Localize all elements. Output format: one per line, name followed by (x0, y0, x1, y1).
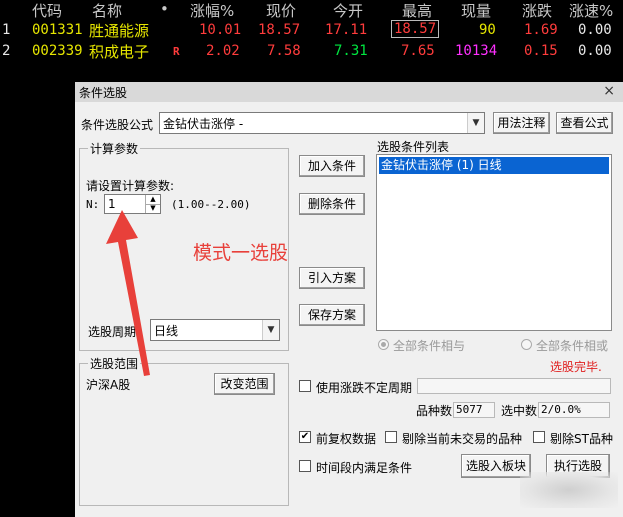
use-period-checkbox[interactable] (299, 380, 311, 392)
usage-notes-button[interactable]: 用法注释 (493, 112, 550, 134)
period-range-field[interactable] (417, 378, 611, 394)
selected-value: 2/0.0% (538, 402, 610, 418)
annotation-text: 模式一选股 (193, 242, 289, 264)
col-price[interactable]: 现价 (266, 0, 296, 21)
add-condition-button[interactable]: 加入条件 (299, 155, 365, 177)
pre-adjust-checkbox[interactable]: ✔ (299, 431, 311, 443)
red-arrow (106, 210, 150, 376)
price: 18.57 (258, 22, 301, 38)
view-formula-button[interactable]: 查看公式 (556, 112, 613, 134)
volume: 10134 (455, 43, 498, 59)
high: 7.65 (401, 43, 435, 59)
flag-badge: R (173, 45, 180, 58)
col-name[interactable]: 名称 (92, 0, 122, 21)
speed: 0.00 (578, 43, 612, 59)
open: 17.11 (325, 22, 368, 38)
radio-or-label: 全部条件相或 (536, 339, 609, 353)
selected-label: 选中数 (501, 404, 538, 418)
blur-overlay (520, 472, 618, 508)
col-change[interactable]: 涨跌 (522, 0, 552, 21)
conditions-list[interactable]: 金钻伏击涨停 (1) 日线 (376, 154, 612, 331)
title-bar[interactable]: 条件选股 × (75, 82, 623, 102)
col-code[interactable]: 代码 (32, 0, 62, 21)
use-period-label: 使用涨跌不定周期 (316, 381, 413, 395)
change-pct: 10.01 (199, 22, 242, 38)
dialog-title: 条件选股 (79, 86, 128, 100)
n-range: (1.00--2.00) (171, 198, 251, 211)
list-item[interactable]: 金钻伏击涨停 (1) 日线 (379, 157, 609, 174)
col-volume[interactable]: 现量 (461, 0, 491, 21)
formula-select[interactable]: 金钻伏击涨停 - ▼ (159, 112, 485, 134)
stock-code: 001331 (32, 22, 83, 38)
exclude-st-checkbox[interactable] (533, 431, 545, 443)
radio-and-label: 全部条件相与 (393, 339, 466, 353)
col-high[interactable]: 最高 (402, 0, 432, 21)
conditions-title: 选股条件列表 (377, 140, 450, 154)
time-range-label: 时间段内满足条件 (316, 461, 413, 475)
change-pct: 2.02 (206, 43, 240, 59)
radio-or[interactable] (521, 339, 532, 350)
calc-params-legend: 计算参数 (88, 140, 141, 157)
change: 1.69 (524, 22, 558, 38)
import-scheme-button[interactable]: 引入方案 (299, 267, 365, 289)
range-value: 沪深A股 (86, 378, 131, 392)
chevron-down-icon[interactable]: ▼ (467, 113, 484, 133)
stock-code: 002339 (32, 43, 83, 59)
row-index: 1 (2, 22, 11, 38)
time-range-checkbox[interactable] (299, 460, 311, 472)
count-value: 5077 (453, 402, 495, 418)
count-label: 品种数 (416, 404, 453, 418)
exclude-untraded-label: 剔除当前未交易的品种 (402, 432, 523, 446)
open: 7.31 (334, 43, 368, 59)
delete-condition-button[interactable]: 删除条件 (299, 193, 365, 215)
volume: 90 (479, 22, 496, 38)
radio-and[interactable] (378, 339, 389, 350)
change: 0.15 (524, 43, 558, 59)
stock-name: 胜通能源 (89, 22, 150, 40)
exclude-untraded-checkbox[interactable] (385, 431, 397, 443)
col-open[interactable]: 今开 (333, 0, 363, 21)
price: 7.58 (267, 43, 301, 59)
calc-params-prompt: 请设置计算参数: (86, 179, 175, 193)
exclude-st-label: 剔除ST品种 (550, 432, 613, 446)
formula-value: 金钻伏击涨停 - (163, 117, 244, 131)
period-select[interactable]: 日线 ▼ (150, 319, 280, 341)
formula-label: 条件选股公式 (81, 118, 154, 132)
chevron-down-icon[interactable]: ▼ (262, 320, 279, 340)
range-group: 选股范围 沪深A股 改变范围 (79, 355, 289, 506)
col-change-pct[interactable]: 涨幅% (190, 0, 234, 21)
high: 18.57 (391, 20, 440, 38)
row-index: 2 (2, 43, 11, 59)
save-scheme-button[interactable]: 保存方案 (299, 304, 365, 326)
speed: 0.00 (578, 22, 612, 38)
n-label: N: (86, 198, 100, 211)
col-speed[interactable]: 涨速% (569, 0, 613, 21)
pre-adjust-label: 前复权数据 (316, 432, 377, 446)
col-dot[interactable]: • (160, 0, 169, 18)
close-icon[interactable]: × (603, 83, 615, 99)
change-range-button[interactable]: 改变范围 (214, 373, 275, 395)
stock-name: 积成电子 (89, 43, 150, 61)
status-text: 选股完毕. (550, 360, 602, 374)
